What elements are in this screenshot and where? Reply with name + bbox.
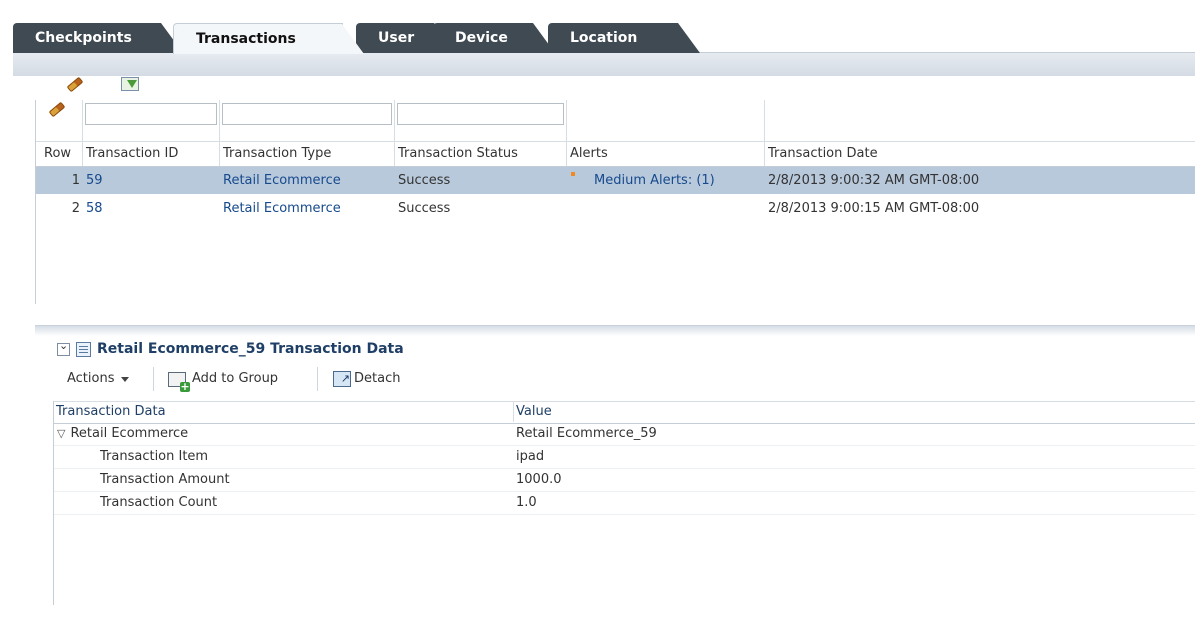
tab-label: Location <box>570 30 638 46</box>
collapse-icon[interactable] <box>57 339 70 356</box>
table-header: Transaction Data Value <box>54 401 1195 424</box>
expand-triangle-icon[interactable]: ▽ <box>57 423 65 445</box>
toolbar-separator <box>153 367 154 391</box>
tab-label: User <box>378 30 415 46</box>
node-value: 1000.0 <box>516 472 562 487</box>
tab-location[interactable]: Location <box>548 23 700 53</box>
query-by-example-button[interactable] <box>119 74 141 94</box>
medium-alerts-link[interactable]: Medium Alerts: (1) <box>594 167 715 194</box>
transaction-id-link[interactable]: 58 <box>83 195 220 222</box>
tab-content-header <box>13 52 1195 76</box>
add-to-group-button[interactable]: Add to Group <box>168 368 279 392</box>
alerts-cell: Medium Alerts: (1) <box>567 167 765 194</box>
column-header-transaction-id[interactable]: Transaction ID <box>83 142 220 166</box>
filter-cell-alerts <box>567 100 765 142</box>
tab-label: Checkpoints <box>35 30 132 46</box>
filter-cell-transaction-id <box>83 100 220 142</box>
actions-menu-button[interactable]: Actions <box>67 368 129 390</box>
tree-row[interactable]: Transaction Count 1.0 <box>54 492 1195 515</box>
column-header-alerts[interactable]: Alerts <box>567 142 765 166</box>
node-label: Retail Ecommerce <box>70 426 189 441</box>
node-label: Transaction Count <box>100 495 218 510</box>
column-header-transaction-date[interactable]: Transaction Date <box>765 142 1195 166</box>
node-value: Retail Ecommerce_59 <box>516 426 657 441</box>
actions-label: Actions <box>67 371 115 386</box>
transaction-data-panel: Retail Ecommerce_59 Transaction Data Act… <box>35 325 1195 605</box>
detach-icon <box>333 368 351 390</box>
query-by-example-icon <box>121 77 139 91</box>
transaction-status-filter-input[interactable] <box>397 103 564 125</box>
table-row[interactable]: 1 59 Retail Ecommerce Success Medium Ale… <box>36 167 1195 194</box>
table-icon <box>76 341 91 357</box>
table-row[interactable]: 2 58 Retail Ecommerce Success 2/8/2013 9… <box>36 195 1195 222</box>
eraser-icon <box>48 101 66 118</box>
transaction-date: 2/8/2013 9:00:15 AM GMT-08:00 <box>768 201 980 216</box>
transaction-type-filter-input[interactable] <box>222 103 392 125</box>
tree-node-label: ▽ Retail Ecommerce <box>57 423 188 445</box>
clear-filter-button[interactable] <box>64 74 86 94</box>
tab-checkpoints[interactable]: Checkpoints <box>13 23 183 53</box>
add-to-group-label: Add to Group <box>192 371 279 386</box>
toolbar-separator <box>317 367 318 391</box>
tree-row[interactable]: ▽ Retail Ecommerce Retail Ecommerce_59 <box>54 423 1195 446</box>
alerts-cell <box>567 195 765 222</box>
column-header-transaction-status[interactable]: Transaction Status <box>395 142 567 166</box>
chevron-down-icon <box>120 376 129 382</box>
node-label: Transaction Item <box>100 449 209 464</box>
filter-row <box>36 100 1195 142</box>
column-header-value[interactable]: Value <box>514 402 1195 422</box>
node-label: Transaction Amount <box>100 472 230 487</box>
transaction-type-link[interactable]: Retail Ecommerce <box>220 167 395 194</box>
filter-cell-transaction-type <box>220 100 395 142</box>
transaction-type-link[interactable]: Retail Ecommerce <box>220 195 395 222</box>
panel-title: Retail Ecommerce_59 Transaction Data <box>97 341 404 357</box>
transactions-table: Row Transaction ID Transaction Type Tran… <box>35 100 1195 304</box>
add-to-group-icon <box>168 371 190 392</box>
filter-cell-row <box>36 100 83 142</box>
panel-divider <box>35 325 1195 336</box>
filter-cell-transaction-date <box>765 100 1195 142</box>
transaction-date: 2/8/2013 9:00:32 AM GMT-08:00 <box>768 173 980 188</box>
transaction-status: Success <box>398 201 451 216</box>
node-value: 1.0 <box>516 495 537 510</box>
panel-header: Retail Ecommerce_59 Transaction Data <box>57 338 404 360</box>
tab-user[interactable]: User <box>356 23 456 53</box>
column-header-transaction-type[interactable]: Transaction Type <box>220 142 395 166</box>
clear-filter-button[interactable] <box>48 101 66 118</box>
node-value: ipad <box>516 449 545 464</box>
filter-cell-transaction-status <box>395 100 567 142</box>
tree-row[interactable]: Transaction Amount 1000.0 <box>54 469 1195 492</box>
column-header-row[interactable]: Row <box>36 142 83 166</box>
table-header: Row Transaction ID Transaction Type Tran… <box>36 142 1195 167</box>
column-header-transaction-data[interactable]: Transaction Data <box>54 402 514 422</box>
transaction-data-table: Transaction Data Value ▽ Retail Ecommerce… <box>53 401 1195 605</box>
alert-marker-icon <box>571 172 575 176</box>
detach-label: Detach <box>354 371 401 386</box>
tab-transactions[interactable]: Transactions <box>173 23 364 54</box>
detach-button[interactable]: Detach <box>333 368 400 390</box>
tab-label: Device <box>455 30 508 46</box>
eraser-icon <box>66 76 84 92</box>
transaction-id-link[interactable]: 59 <box>83 167 220 194</box>
tree-row[interactable]: Transaction Item ipad <box>54 446 1195 469</box>
transaction-id-filter-input[interactable] <box>85 103 217 125</box>
row-number: 2 <box>71 201 80 216</box>
tab-bar: Checkpoints Transactions User Device Loc… <box>13 23 1195 54</box>
tab-label: Transactions <box>196 31 296 47</box>
transaction-status: Success <box>398 173 451 188</box>
row-number: 1 <box>71 173 80 188</box>
